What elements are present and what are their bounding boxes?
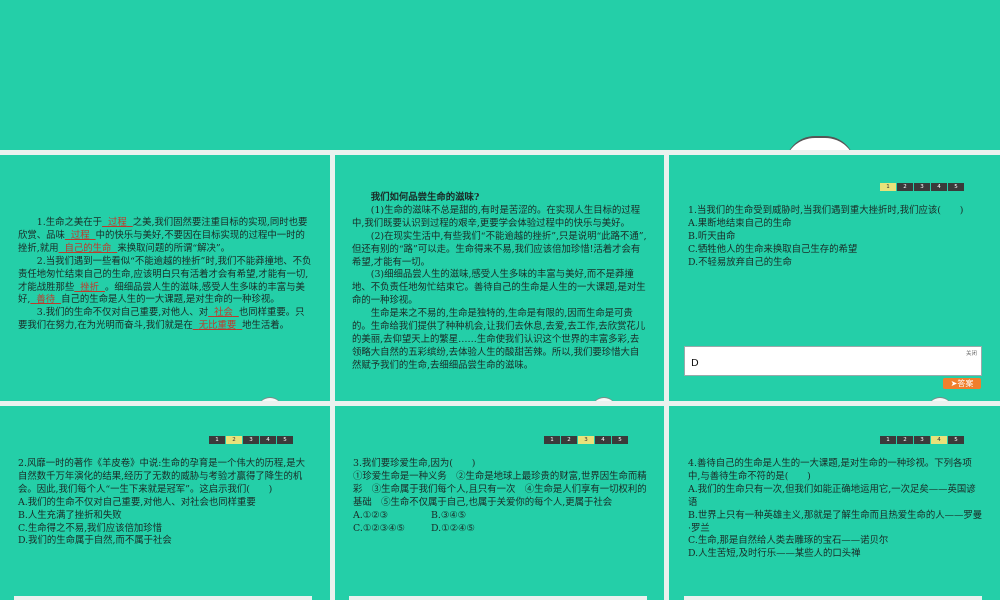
question-3-text: 3.我们要珍爱生命,因为( ) ①珍爱生命是一种义务 ②生命是地球上最珍贵的财富… [353,458,647,535]
page-4-button[interactable]: 4 [931,183,947,191]
explanation-p4: 生命是来之不易的,生命是独特的,生命是有限的,因而生命是可贵的。生命给我们提供了… [352,308,646,371]
slide-card-question-2[interactable]: 1 2 3 4 5 2.风靡一时的著作《羊皮卷》中说:生命的孕育是一个伟大的历程… [0,406,330,600]
option-d: D.人生苦短,及时行乐——某些人的口头禅 [688,548,861,560]
option-b: B.世界上只有一种英雄主义,那就是了解生命而且热爱生命的人——罗曼·罗兰 [688,509,983,534]
page-3-button[interactable]: 3 [914,436,930,444]
summary-p1-e: 来换取问题的所谓“解决”。 [117,242,231,254]
slide-card-summary[interactable]: 1.生命之美在于 过程 之美,我们固然要注重目标的实现,同时也要欣赏、品味 过程 中的快… [0,155,330,401]
page-1-button[interactable]: 1 [880,436,896,444]
option-c: C.生命,那是自然给人类去雕琢的宝石——诺贝尔 [688,535,889,547]
option-c: C.牺牲他人的生命来换取自己生存的希望 [688,243,858,255]
option-a: A.果断地结束自己的生命 [688,217,792,229]
explanation-text: 我们如何品尝生命的滋味? (1)生命的滋味不总是甜的,有时是苦涩的。在实现人生目… [352,192,648,373]
blank-answer: 社会 [214,307,233,319]
option-row-2: C.①②③④⑤ D.①②④⑤ [353,523,647,536]
page-4-button[interactable]: 4 [260,436,276,444]
question-stem: 2.风靡一时的著作《羊皮卷》中说:生命的孕育是一个伟大的历程,是大自然数千万年演… [18,458,305,495]
slide-card-explanation[interactable]: 我们如何品尝生命的滋味? (1)生命的滋味不总是甜的,有时是苦涩的。在实现人生目… [335,155,664,401]
page-3-button[interactable]: 3 [578,436,594,444]
summary-p3-d: 地生活着。 [242,320,290,332]
answer-button-label: 答案 [957,379,974,388]
close-button[interactable]: 关闭 [966,349,977,357]
option-b: B.③④⑤ [431,509,467,521]
option-d: D.不轻易放弃自己的生命 [688,256,792,268]
option-a: A.我们的生命不仅对自己重要,对他人、对社会也同样重要 [18,496,256,508]
page-1-button[interactable]: 1 [880,183,896,191]
page-5-button[interactable]: 5 [277,436,293,444]
explanation-p2: (2)在现实生活中,有些我们“不能逾越的挫折”,只是说明“此路不通”,但还有别的… [352,230,647,268]
option-row-1: A.①②③ B.③④⑤ [353,510,647,523]
question-1-text: 1.当我们的生命受到威胁时,当我们遇到重大挫折时,我们应该( ) A.果断地结束… [688,205,984,270]
question-stem: 3.我们要珍爱生命,因为( ) [353,458,476,469]
summary-p2-d: 自己的生命是人生的一大课题,是对生命的一种珍视。 [61,294,280,306]
answer-panel-edge [349,596,647,600]
summary-p1-a: 1.生命之美在于 [36,217,102,228]
question-2-text: 2.风靡一时的著作《羊皮卷》中说:生命的孕育是一个伟大的历程,是大自然数千万年演… [18,458,312,548]
option-b: B.人生充满了挫折和失败 [18,509,122,521]
option-d: D.我们的生命属于自然,而不属于社会 [18,535,172,547]
answer-panel-edge [684,596,982,600]
slide-decoration [592,397,616,401]
question-pager: 1 2 3 4 5 [880,436,964,444]
slide-decoration [928,397,952,401]
page-4-button[interactable]: 4 [595,436,611,444]
option-c: C.①②③④⑤ [353,522,405,534]
page-2-button[interactable]: 2 [561,436,577,444]
explanation-p1: (1)生命的滋味不总是甜的,有时是苦涩的。在实现人生目标的过程中,我们既要认识到… [352,204,641,229]
answer-panel: 关闭 D [684,346,982,376]
question-pager: 1 2 3 4 5 [880,183,964,191]
option-a: A.①②③ [353,509,388,521]
blank-answer: 挫折 [80,281,99,293]
option-a: A.我们的生命只有一次,但我们如能正确地运用它,一次足矣——英国谚语 [688,483,976,508]
summary-text: 1.生命之美在于 过程 之美,我们固然要注重目标的实现,同时也要欣赏、品味 过程 中的快… [18,217,312,333]
question-stem: 4.善待自己的生命是人生的一大课题,是对生命的一种珍视。下列各项中,与善待生命不… [688,458,972,482]
option-c: C.生命得之不易,我们应该倍加珍惜 [18,522,163,534]
question-4-text: 4.善待自己的生命是人生的一大课题,是对生命的一种珍视。下列各项中,与善待生命不… [688,458,984,561]
page-5-button[interactable]: 5 [948,183,964,191]
page-2-button[interactable]: 2 [897,436,913,444]
blank-answer: 过程 [107,217,127,228]
blank-answer: 善待 [36,294,56,306]
slide-card-question-3[interactable]: 1 2 3 4 5 3.我们要珍爱生命,因为( ) ①珍爱生命是一种义务 ②生命… [335,406,664,600]
page-1-button[interactable]: 1 [544,436,560,444]
slide-decoration [258,397,282,401]
page-4-button[interactable]: 4 [931,436,947,444]
option-d: D.①②④⑤ [431,522,475,534]
answer-panel-edge [14,596,312,600]
page-3-button[interactable]: 3 [243,436,259,444]
blank-answer: 无比重要 [198,320,237,332]
page-2-button[interactable]: 2 [226,436,242,444]
page-5-button[interactable]: 5 [612,436,628,444]
page-2-button[interactable]: 2 [897,183,913,191]
page-5-button[interactable]: 5 [948,436,964,444]
answer-button[interactable]: ➤答案 [943,378,981,389]
question-pager: 1 2 3 4 5 [209,436,293,444]
explanation-title: 我们如何品尝生命的滋味? [370,192,480,203]
answer-value: D [691,358,699,369]
blank-answer: 自己的生命 [64,242,112,254]
summary-p3-a: 3.我们的生命不仅对自己重要,对他人、对 [36,307,209,319]
blank-answer: 过程 [70,229,90,241]
question-stem: 1.当我们的生命受到威胁时,当我们遇到重大挫折时,我们应该( ) [688,205,964,216]
option-b: B.听天由命 [688,230,736,242]
slide-card-question-4[interactable]: 1 2 3 4 5 4.善待自己的生命是人生的一大课题,是对生命的一种珍视。下列… [669,406,1000,600]
explanation-p3: (3)细细品尝人生的滋味,感受人生多味的丰富与美好,而不是莽撞地、不负责任地匆忙… [352,269,646,307]
slide-card-question-1[interactable]: 1 2 3 4 5 1.当我们的生命受到威胁时,当我们遇到重大挫折时,我们应该(… [669,155,1000,401]
page-3-button[interactable]: 3 [914,183,930,191]
question-options: ①珍爱生命是一种义务 ②生命是地球上最珍贵的财富,世界因生命而精彩 ③生命属于我… [353,470,647,508]
question-pager: 1 2 3 4 5 [544,436,628,444]
page-1-button[interactable]: 1 [209,436,225,444]
